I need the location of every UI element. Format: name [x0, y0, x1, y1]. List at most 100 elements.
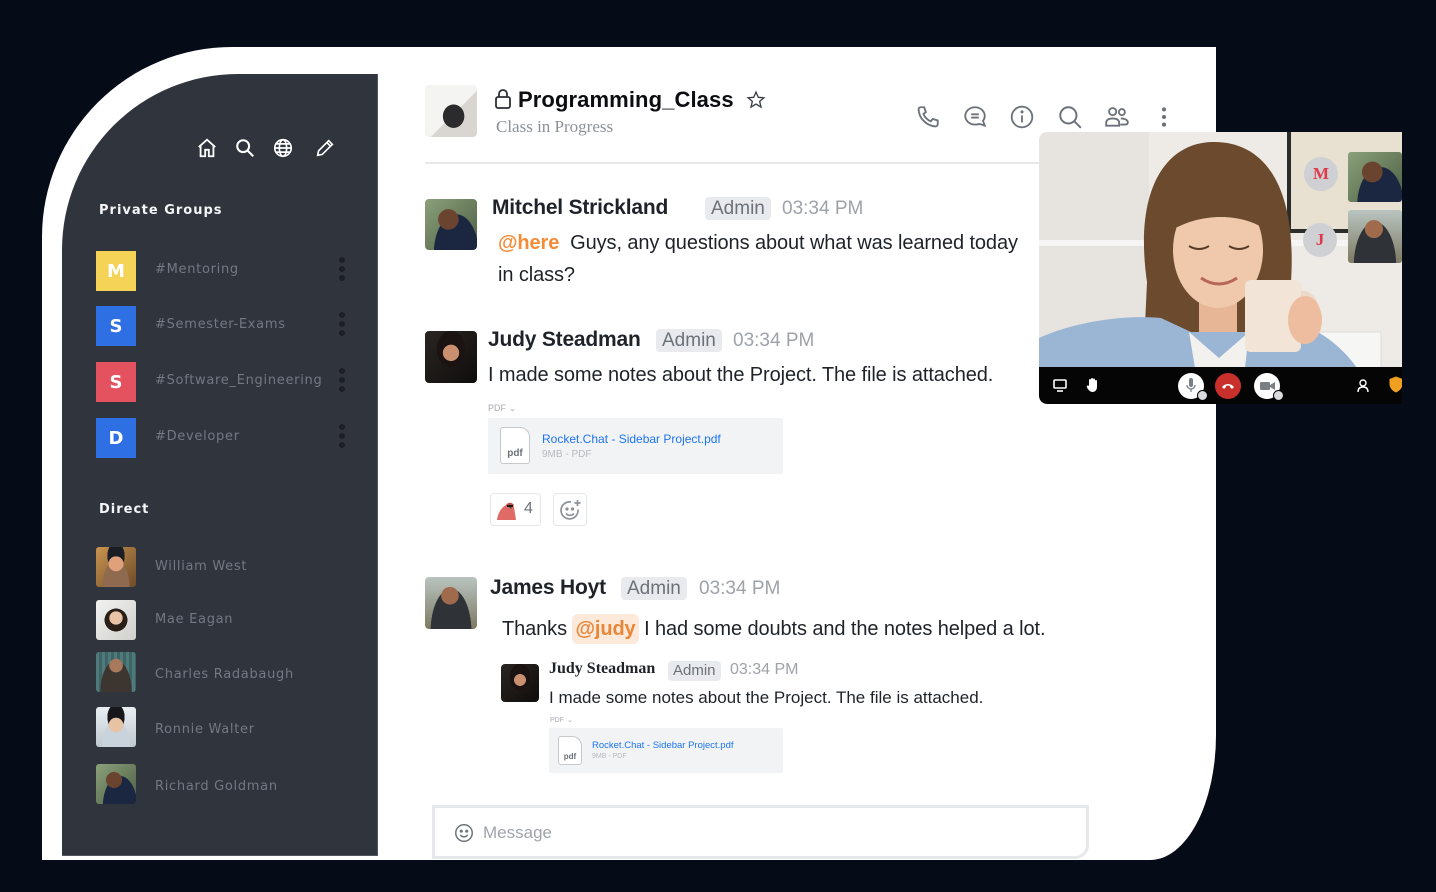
message-time: 03:34 PM [782, 198, 864, 219]
file-name-link[interactable]: Rocket.Chat - Sidebar Project.pdf [542, 432, 721, 446]
file-meta: 9MB - PDF [592, 753, 627, 760]
avatar [96, 600, 136, 640]
avatar[interactable] [425, 577, 477, 629]
chevron-down-icon: ⌄ [509, 404, 516, 413]
quote-text: I made some notes about the Project. The… [549, 688, 984, 707]
group-avatar: M [96, 251, 136, 291]
sidebar-item-semester-exams[interactable]: S #Semester-Exams [96, 306, 358, 346]
message-time: 03:34 PM [699, 578, 781, 599]
group-name: #Software_Engineering [155, 373, 323, 388]
screen-share-icon[interactable] [1053, 379, 1067, 392]
file-meta: 9MB - PDF [542, 449, 592, 460]
message-input[interactable] [483, 820, 1063, 846]
direct-name: Ronnie Walter [155, 722, 255, 737]
direct-name: Richard Goldman [155, 779, 278, 794]
quote-file-attachment[interactable]: pdf Rocket.Chat - Sidebar Project.pdf 9M… [549, 728, 783, 773]
room-avatar [425, 85, 477, 137]
message-text: Guys, any questions about what was learn… [498, 232, 1018, 286]
message-body: @here Guys, any questions about what was… [498, 227, 1033, 291]
quote-time: 03:34 PM [730, 661, 799, 678]
role-badge: Admin [656, 329, 722, 352]
video-call-window[interactable]: M J [1039, 132, 1402, 404]
direct-item-mae-eagan[interactable]: Mae Eagan [96, 600, 358, 640]
globe-icon[interactable] [272, 137, 294, 159]
direct-item-ronnie-walter[interactable]: Ronnie Walter [96, 707, 358, 747]
group-avatar: D [96, 418, 136, 458]
search-icon[interactable] [1057, 104, 1083, 130]
security-shield-icon[interactable] [1389, 376, 1402, 393]
phone-icon[interactable] [915, 104, 941, 130]
pdf-file-icon: pdf [500, 427, 530, 464]
raise-hand-icon[interactable] [1086, 377, 1100, 393]
direct-item-richard-goldman[interactable]: Richard Goldman [96, 764, 358, 804]
file-attachment[interactable]: pdf Rocket.Chat - Sidebar Project.pdf 9M… [488, 418, 783, 474]
message-author[interactable]: Judy Steadman [488, 328, 641, 352]
group-avatar: S [96, 306, 136, 346]
group-name: #Developer [155, 429, 240, 444]
avatar[interactable] [425, 331, 477, 383]
attachment-collapse-toggle[interactable]: PDF ⌄ [550, 716, 573, 724]
emoji-picker-icon[interactable] [453, 822, 475, 844]
kebab-menu-icon[interactable] [339, 368, 345, 396]
sidebar-item-developer[interactable]: D #Developer [96, 418, 358, 458]
message-text: I had some doubts and the notes helped a… [644, 618, 1046, 640]
message-text: Thanks [502, 618, 567, 640]
message-body: Thanks @judy I had some doubts and the n… [502, 613, 1046, 645]
quote-author[interactable]: Judy Steadman [549, 660, 655, 678]
attachment-collapse-toggle[interactable]: PDF ⌄ [488, 403, 516, 413]
reaction-count: 4 [524, 500, 533, 517]
room-title: Programming_Class [518, 87, 734, 112]
parrot-emoji-icon [497, 502, 516, 520]
participant-initial-j[interactable]: J [1303, 223, 1337, 257]
chevron-down-icon[interactable] [1197, 390, 1208, 401]
participant-video-thumbnail[interactable] [1348, 210, 1402, 263]
chevron-down-icon: ⌄ [567, 717, 573, 724]
message-author[interactable]: James Hoyt [490, 576, 606, 600]
info-icon[interactable] [1009, 104, 1035, 130]
room-topic: Class in Progress [496, 117, 614, 136]
pdf-file-icon: pdf [558, 736, 582, 765]
add-emoji-icon [560, 500, 581, 520]
message-author[interactable]: Mitchel Strickland [492, 196, 668, 220]
direct-name: Charles Radabaugh [155, 667, 294, 682]
role-badge: Admin [668, 661, 721, 681]
kebab-menu-icon[interactable] [339, 257, 345, 285]
discussion-icon[interactable] [962, 104, 988, 130]
participant-video-thumbnail[interactable] [1348, 152, 1402, 202]
home-icon[interactable] [196, 137, 218, 159]
message-time: 03:34 PM [733, 330, 815, 351]
participant-initial-m[interactable]: M [1304, 157, 1338, 191]
chevron-down-icon[interactable] [1273, 390, 1284, 401]
microphone-button[interactable] [1178, 373, 1208, 401]
members-icon[interactable] [1104, 104, 1130, 130]
avatar [96, 707, 136, 747]
participants-icon[interactable] [1357, 379, 1370, 393]
avatar [96, 547, 136, 587]
hang-up-button[interactable] [1215, 373, 1241, 399]
add-reaction-button[interactable] [553, 493, 587, 526]
kebab-menu-icon[interactable] [339, 312, 345, 340]
avatar[interactable] [425, 199, 477, 250]
kebab-menu-icon[interactable] [339, 424, 345, 452]
favorite-star-icon[interactable] [746, 90, 766, 110]
reaction-parrot[interactable]: 4 [490, 493, 541, 526]
direct-item-charles-radabaugh[interactable]: Charles Radabaugh [96, 652, 358, 692]
message-composer [432, 805, 1089, 859]
file-name-link[interactable]: Rocket.Chat - Sidebar Project.pdf [592, 740, 734, 751]
search-icon[interactable] [234, 137, 256, 159]
sidebar-item-mentoring[interactable]: M #Mentoring [96, 251, 358, 291]
direct-item-william-west[interactable]: William West [96, 547, 358, 587]
kebab-menu-icon[interactable] [1151, 104, 1177, 130]
private-groups-heading: Private Groups [99, 203, 223, 218]
group-name: #Mentoring [155, 262, 239, 277]
direct-name: Mae Eagan [155, 612, 234, 627]
sidebar-item-software-engineering[interactable]: S #Software_Engineering [96, 362, 358, 402]
camera-button[interactable] [1254, 373, 1284, 401]
role-badge: Admin [705, 197, 771, 220]
mention-judy[interactable]: @judy [572, 614, 639, 644]
pencil-icon[interactable] [314, 137, 336, 159]
camera-icon [1260, 382, 1275, 390]
lock-icon [494, 88, 512, 110]
attachment-type-label: PDF [488, 403, 506, 413]
mention-here[interactable]: @here [498, 232, 559, 254]
